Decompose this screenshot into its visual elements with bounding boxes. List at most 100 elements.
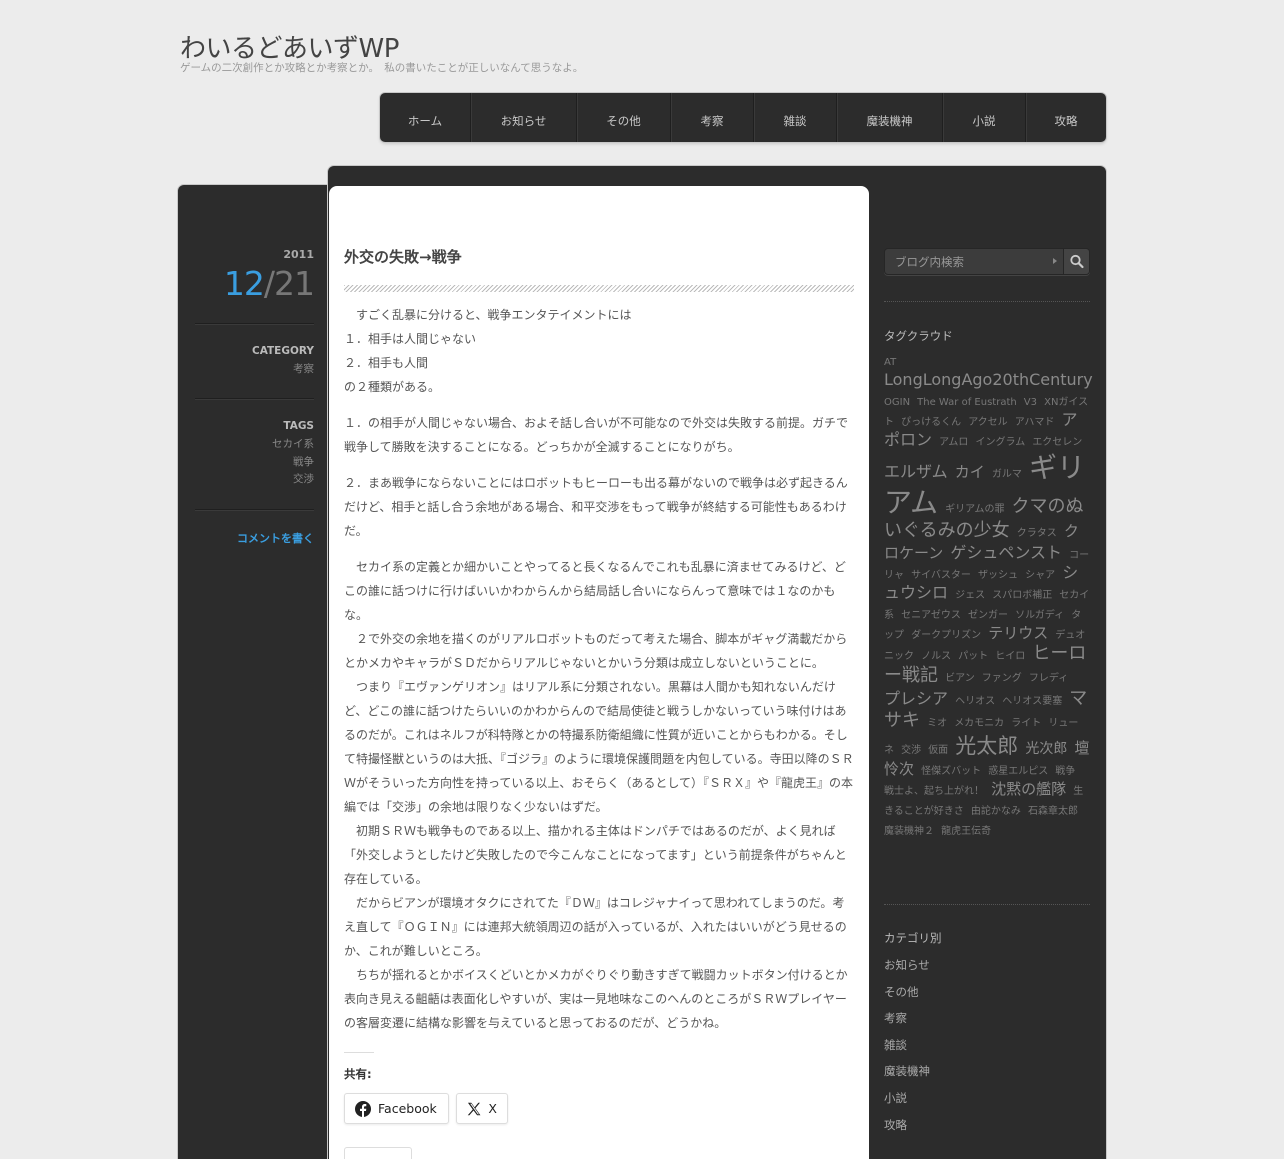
category-link[interactable]: 雑談 (884, 1032, 1090, 1059)
tag-link[interactable]: 光次郎 (1025, 741, 1067, 757)
post-day: /21 (263, 264, 315, 303)
tag-link[interactable]: サイバスター (911, 570, 971, 581)
tag-link[interactable]: ノルス (921, 651, 951, 662)
search-input[interactable] (885, 249, 1063, 274)
post-title[interactable]: 外交の失敗→戦争 (344, 246, 462, 267)
post-tag-link[interactable]: セカイ系 (272, 436, 314, 453)
site-description: ゲームの二次創作とか攻略とか考察とか。 私の書いたことが正しいなんて思うなよ。 (180, 62, 584, 74)
write-comment-link[interactable]: コメントを書く (237, 530, 314, 546)
tag-link[interactable]: 龍虎王伝奇 (941, 826, 991, 837)
paragraph: セカイ系の定義とか細かいことやってると長くなるんでこれも乱暴に済ませてみるけど、… (344, 560, 846, 622)
tag-link[interactable]: OGIN (884, 397, 910, 408)
nav-item-strategy[interactable]: 攻略 (1025, 93, 1106, 142)
tag-link[interactable]: イングラム (976, 437, 1026, 448)
main-nav: ホーム お知らせ その他 考察 雑談 魔装機神 小説 攻略 (380, 93, 1106, 142)
tag-link[interactable]: ジェス (955, 590, 985, 601)
search-button[interactable] (1063, 249, 1089, 274)
tag-link[interactable]: アムロ (939, 437, 968, 448)
tag-link[interactable]: メカモニカ (954, 718, 1004, 729)
share-facebook-button[interactable]: Facebook (344, 1093, 449, 1124)
tag-link[interactable]: シャア (1025, 570, 1055, 581)
category-link[interactable]: 魔装機神 (884, 1058, 1090, 1085)
paragraph: ちちが揺れるとかボイスくどいとかメカがぐりぐり動きすぎて戦闘カットボタン付けると… (344, 968, 848, 1030)
tag-link[interactable]: 由詑かなみ (971, 806, 1021, 817)
tag-link[interactable]: V3 (1024, 397, 1037, 408)
tag-link[interactable]: 沈黙の艦隊 (991, 780, 1066, 798)
tag-link[interactable]: ぴっけるくん (901, 417, 961, 428)
share-divider (344, 1052, 374, 1053)
tag-link[interactable]: ニック (884, 651, 914, 662)
tag-link[interactable]: 戦士よ、起ち上がれ！ (884, 786, 984, 797)
tag-link[interactable]: ソルガディ (1015, 610, 1064, 621)
category-link[interactable]: その他 (884, 979, 1090, 1006)
post-tag-link[interactable]: 交渉 (293, 471, 314, 488)
nav-item-news[interactable]: お知らせ (470, 93, 576, 142)
nav-item-analysis[interactable]: 考察 (670, 93, 753, 142)
tag-link[interactable]: ザッシュ (978, 570, 1018, 581)
tag-link[interactable]: テリウス (988, 624, 1048, 642)
tag-link[interactable]: アクセル (968, 417, 1008, 428)
tag-link[interactable]: 石森章太郎 (1028, 806, 1078, 817)
tag-link[interactable]: エクセレン (1032, 437, 1082, 448)
tag-link[interactable]: ゼンガー (968, 610, 1008, 621)
tag-link[interactable]: ミオ (927, 718, 947, 729)
post-month: 12 (223, 264, 265, 303)
category-label: CATEGORY (251, 345, 314, 357)
paragraph: すごく乱暴に分けると、戦争エンタテイメントには (344, 308, 632, 322)
post-tag-link[interactable]: 戦争 (293, 454, 314, 471)
tag-link[interactable]: ライト (1011, 718, 1041, 729)
paragraph: だからビアンが環境オタクにされてた『ＤＷ』はコレジャナイって思われてしまうのだ。… (344, 896, 847, 958)
tag-link[interactable]: LongLongAgo20thCentury (884, 370, 1093, 389)
tag-link[interactable]: ギリアムの罪 (945, 504, 1004, 515)
tag-link[interactable]: クラタス (1017, 528, 1057, 539)
share-label: 共有: (344, 1067, 372, 1081)
sidebar-divider (884, 301, 1090, 302)
tag-link[interactable]: ヒイロ (995, 651, 1025, 662)
tag-link[interactable]: ダークプリズン (911, 630, 981, 641)
tag-link[interactable]: プレシア (884, 689, 948, 708)
tag-link[interactable]: ヘリオス要塞 (1002, 696, 1062, 707)
tag-link[interactable]: エルザム (884, 462, 948, 481)
tag-link[interactable]: 交渉 (901, 745, 921, 756)
tag-link[interactable]: カイ (955, 463, 985, 481)
tag-link[interactable]: ゲシュペンスト (950, 543, 1062, 562)
title-divider (344, 285, 854, 292)
meta-divider (195, 323, 314, 324)
tag-link[interactable]: パット (958, 651, 988, 662)
paragraph: ２で外交の余地を描くのがリアルロボットものだって考えた場合、脚本がギャグ満載だか… (344, 632, 848, 670)
tag-link[interactable]: 魔装機神２ (884, 826, 934, 837)
nav-item-novel[interactable]: 小説 (942, 93, 1025, 142)
tag-link[interactable]: セニアゼウス (901, 610, 961, 621)
post-meta-panel (178, 185, 338, 1159)
tag-link[interactable]: ビアン (945, 673, 975, 684)
nav-item-masoukishin[interactable]: 魔装機神 (836, 93, 942, 142)
tag-link[interactable]: 惑星エルピス (988, 766, 1048, 777)
tags-label: TAGS (283, 420, 314, 432)
tag-link[interactable]: 仮面 (928, 745, 948, 756)
tag-link[interactable]: スパロボ補正 (992, 590, 1052, 601)
tag-link[interactable]: ファング (982, 673, 1022, 684)
category-link[interactable]: お知らせ (884, 952, 1090, 979)
category-link[interactable]: 考察 (884, 1005, 1090, 1032)
category-link[interactable]: 小説 (884, 1085, 1090, 1112)
x-icon (467, 1102, 481, 1115)
tag-link[interactable]: AT (884, 357, 896, 368)
tag-link[interactable]: 戦争 (1055, 766, 1075, 777)
tag-link[interactable]: 光太郎 (955, 734, 1018, 758)
more-share-button[interactable] (344, 1147, 412, 1159)
share-x-button[interactable]: X (456, 1093, 508, 1124)
tag-link[interactable]: デュオ (1055, 630, 1085, 641)
tag-link[interactable]: The War of Eustrath (917, 397, 1017, 408)
nav-item-chat[interactable]: 雑談 (753, 93, 836, 142)
tag-link[interactable]: アハマド (1015, 417, 1055, 428)
tag-link[interactable]: フレディ (1029, 673, 1068, 684)
nav-item-other[interactable]: その他 (576, 93, 670, 142)
tag-link[interactable]: ガルマ (992, 469, 1022, 480)
nav-item-home[interactable]: ホーム (380, 93, 470, 142)
share-x-label: X (488, 1101, 497, 1116)
meta-divider (195, 509, 314, 510)
tag-link[interactable]: 怪傑ズバット (921, 766, 981, 777)
tag-link[interactable]: ヘリオス (955, 696, 995, 707)
post-category-link[interactable]: 考察 (293, 361, 314, 378)
category-link[interactable]: 攻略 (884, 1112, 1090, 1139)
